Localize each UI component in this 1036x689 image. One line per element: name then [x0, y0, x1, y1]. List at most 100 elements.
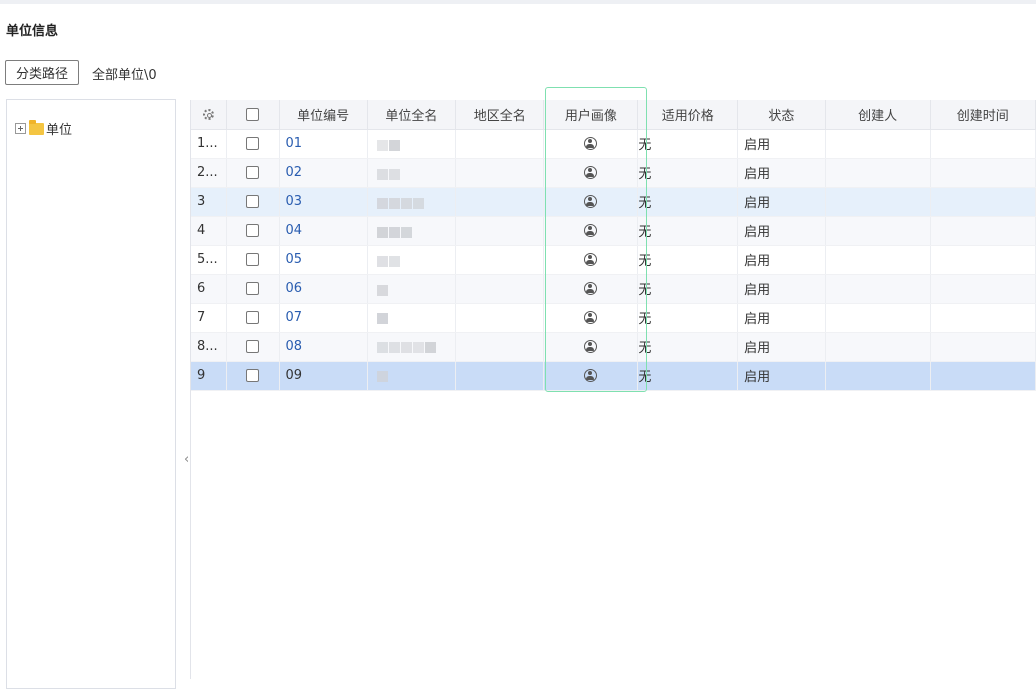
col-header-region[interactable]: 地区全名 — [455, 100, 545, 130]
portrait-cell[interactable] — [543, 187, 639, 217]
unit-code-link[interactable]: 06 — [286, 281, 303, 296]
user-portrait-icon[interactable] — [584, 282, 598, 295]
category-path-text: 全部单位\0 — [92, 68, 157, 83]
row-checkbox-cell[interactable] — [226, 332, 280, 362]
table-row[interactable]: 5... 05 无启用 — [191, 245, 1036, 275]
row-checkbox-cell[interactable] — [226, 216, 280, 246]
row-checkbox[interactable] — [246, 195, 260, 208]
unit-code-cell[interactable]: 03 — [279, 187, 368, 217]
redaction-pixel — [401, 226, 412, 238]
table-row[interactable]: 1... 01 无启用 — [191, 129, 1036, 159]
unit-code-link[interactable]: 02 — [286, 165, 303, 180]
status-cell: 启用 — [737, 303, 826, 333]
col-header-name[interactable]: 单位全名 — [367, 100, 457, 130]
table-row[interactable]: 6 06 无启用 — [191, 274, 1036, 304]
user-portrait-icon[interactable] — [584, 137, 598, 150]
portrait-cell[interactable] — [543, 303, 639, 333]
row-checkbox-cell[interactable] — [226, 303, 280, 333]
row-checkbox[interactable] — [246, 340, 260, 353]
unit-code-link[interactable]: 08 — [286, 339, 303, 354]
portrait-cell[interactable] — [543, 332, 639, 362]
row-checkbox[interactable] — [246, 282, 260, 295]
region-cell — [455, 361, 545, 391]
row-checkbox-cell[interactable] — [226, 245, 280, 275]
row-checkbox-cell[interactable] — [226, 158, 280, 188]
category-path-button[interactable]: 分类路径 — [5, 60, 79, 85]
user-portrait-icon[interactable] — [584, 311, 598, 324]
unit-code-link[interactable]: 04 — [286, 223, 303, 238]
row-checkbox[interactable] — [246, 369, 260, 382]
row-checkbox[interactable] — [246, 166, 260, 179]
row-checkbox-cell[interactable] — [226, 361, 280, 391]
select-all-checkbox[interactable] — [246, 107, 260, 121]
portrait-cell[interactable] — [543, 274, 639, 304]
row-checkbox[interactable] — [246, 253, 260, 266]
created-time-cell — [930, 216, 1036, 246]
user-portrait-icon[interactable] — [584, 340, 598, 353]
row-checkbox[interactable] — [246, 224, 260, 237]
unit-code-cell[interactable]: 07 — [279, 303, 368, 333]
row-index: 4 — [191, 216, 228, 246]
price-cell: 无 — [637, 245, 739, 275]
creator-cell — [825, 216, 931, 246]
table-row[interactable]: 2... 02 无启用 — [191, 158, 1036, 188]
table-row[interactable]: 9 09 无启用 — [191, 361, 1036, 391]
region-cell — [455, 245, 545, 275]
user-portrait-icon[interactable] — [584, 224, 598, 237]
tree-node-root[interactable]: 单位 — [15, 119, 72, 138]
unit-code-link[interactable]: 05 — [286, 252, 303, 267]
user-portrait-icon[interactable] — [584, 166, 598, 179]
category-tree: 单位 — [6, 99, 176, 689]
portrait-cell[interactable] — [543, 129, 639, 159]
redaction-pixel — [377, 342, 388, 354]
row-checkbox-cell[interactable] — [226, 187, 280, 217]
portrait-cell[interactable] — [543, 361, 639, 391]
unit-code-link[interactable]: 03 — [286, 194, 303, 209]
creator-cell — [825, 274, 931, 304]
col-header-created-time[interactable]: 创建时间 — [930, 100, 1036, 130]
table-row[interactable]: 3 03 无启用 — [191, 187, 1036, 217]
row-checkbox-cell[interactable] — [226, 274, 280, 304]
portrait-cell[interactable] — [543, 245, 639, 275]
unit-code-link[interactable]: 07 — [286, 310, 303, 325]
unit-code-cell[interactable]: 06 — [279, 274, 368, 304]
user-portrait-icon[interactable] — [584, 253, 598, 266]
gear-icon[interactable] — [203, 108, 215, 120]
select-all-header[interactable] — [226, 100, 280, 130]
redaction-pixel — [377, 313, 388, 325]
redaction-pixel — [389, 342, 400, 354]
folder-icon — [29, 119, 44, 135]
price-cell: 无 — [637, 158, 739, 188]
row-checkbox[interactable] — [246, 137, 260, 150]
price-cell: 无 — [637, 303, 739, 333]
col-header-creator[interactable]: 创建人 — [825, 100, 931, 130]
row-checkbox-cell[interactable] — [226, 129, 280, 159]
chevron-left-icon[interactable]: ‹ — [184, 452, 189, 467]
unit-table: 单位编号 单位全名 地区全名 用户画像 适用价格 状态 创建人 创建时间 1..… — [191, 100, 1036, 391]
price-cell: 无 — [637, 216, 739, 246]
row-checkbox[interactable] — [246, 311, 260, 324]
column-settings[interactable] — [191, 100, 228, 130]
unit-code-cell[interactable]: 01 — [279, 129, 368, 159]
status-cell: 启用 — [737, 245, 826, 275]
col-header-portrait[interactable]: 用户画像 — [543, 100, 639, 130]
expand-icon[interactable] — [15, 123, 26, 134]
price-cell: 无 — [637, 361, 739, 391]
unit-code-link[interactable]: 01 — [286, 136, 303, 151]
table-row[interactable]: 8... 08 无启用 — [191, 332, 1036, 362]
col-header-status[interactable]: 状态 — [737, 100, 826, 130]
user-portrait-icon[interactable] — [584, 195, 598, 208]
redaction-pixel — [413, 197, 424, 209]
table-row[interactable]: 4 04 无启用 — [191, 216, 1036, 246]
col-header-code[interactable]: 单位编号 — [279, 100, 368, 130]
unit-code-cell[interactable]: 05 — [279, 245, 368, 275]
user-portrait-icon[interactable] — [584, 369, 598, 382]
table-body: 1... 01 无启用 2... 02 无启用 3 03 无启用 4 04 无启用 5... 05 无启用 6… — [191, 129, 1036, 391]
portrait-cell[interactable] — [543, 158, 639, 188]
unit-code-cell[interactable]: 08 — [279, 332, 368, 362]
unit-code-cell[interactable]: 02 — [279, 158, 368, 188]
col-header-price[interactable]: 适用价格 — [637, 100, 739, 130]
table-row[interactable]: 7 07 无启用 — [191, 303, 1036, 333]
unit-code-cell[interactable]: 04 — [279, 216, 368, 246]
portrait-cell[interactable] — [543, 216, 639, 246]
